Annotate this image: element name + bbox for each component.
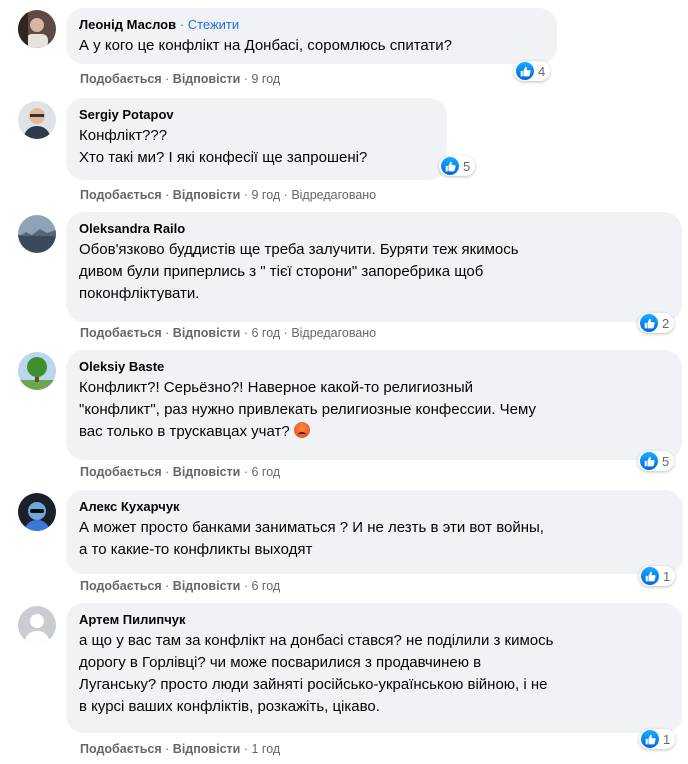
timestamp[interactable]: 6 год [251,326,280,340]
comment-actions: Подобається · Відповісти · 6 год · Відре… [80,326,376,340]
separator: · [165,742,170,756]
reply-button[interactable]: Відповісти [173,188,241,202]
like-icon [516,62,534,80]
like-count: 4 [538,63,546,79]
like-button[interactable]: Подобається [80,579,162,593]
separator: · [243,188,248,202]
author-name[interactable]: Oleksiy Baste [79,358,670,375]
comment-bubble: Артем Пилипчук а що у вас там за конфлік… [66,603,682,733]
timestamp[interactable]: 9 год [251,188,280,202]
separator: · [165,579,170,593]
like-button[interactable]: Подобається [80,326,162,340]
comment-text: Конфликт?! Серьёзно?! Наверное какой-то … [79,377,670,443]
author-name[interactable]: Алекс Кухарчук [79,498,671,515]
timestamp[interactable]: 6 год [251,579,280,593]
reply-button[interactable]: Відповісти [173,742,241,756]
comment-text: Конфлікт??? Хто такі ми? І які конфесії … [79,127,368,166]
reply-button[interactable]: Відповісти [173,579,241,593]
author-name[interactable]: Артем Пилипчук [79,611,670,628]
separator: · [243,326,248,340]
separator: · [243,465,248,479]
reaction-count[interactable]: 5 [439,156,476,176]
like-count: 2 [662,315,670,331]
comment-text: А может просто банками заниматься ? И не… [79,519,544,558]
like-count: 5 [662,453,670,469]
reaction-count[interactable]: 5 [638,451,675,471]
separator: · [283,188,288,202]
edited-label: Відредаговано [291,326,377,340]
comment-text: А у кого це конфлікт на Донбасі, соромлю… [79,37,453,54]
separator: · [179,17,185,32]
follow-link[interactable]: Стежити [188,17,239,32]
reply-button[interactable]: Відповісти [173,72,241,86]
like-icon [640,314,658,332]
avatar[interactable] [18,215,56,253]
comment-actions: Подобається · Відповісти · 6 год [80,465,280,479]
separator: · [165,188,170,202]
edited-label: Відредаговано [291,188,377,202]
comment-bubble: Леонід Маслов · Стежити А у кого це конф… [66,8,557,64]
like-count: 5 [463,158,471,174]
timestamp[interactable]: 6 год [251,465,280,479]
like-button[interactable]: Подобається [80,465,162,479]
separator: · [165,465,170,479]
like-icon [441,157,459,175]
comment-actions: Подобається · Відповісти · 6 год [80,579,280,593]
like-count: 1 [663,568,671,584]
comment-bubble: Oleksandra Railo Обов'язково буддистів щ… [66,212,682,322]
comment-actions: Подобається · Відповісти · 9 год [80,72,280,86]
separator: · [243,579,248,593]
reply-button[interactable]: Відповісти [173,326,241,340]
like-button[interactable]: Подобається [80,72,162,86]
timestamp[interactable]: 9 год [251,72,280,86]
separator: · [165,72,170,86]
reaction-count[interactable]: 2 [638,313,675,333]
like-icon [640,452,658,470]
like-button[interactable]: Подобається [80,188,162,202]
reaction-count[interactable]: 1 [639,729,676,749]
angry-face-icon [293,422,310,438]
like-count: 1 [663,731,671,747]
comment-actions: Подобається · Відповісти · 9 год · Відре… [80,188,376,202]
comment-bubble: Sergiy Potapov Конфлікт??? Хто такі ми? … [66,98,447,180]
separator: · [243,742,248,756]
comment-bubble: Oleksiy Baste Конфликт?! Серьёзно?! Наве… [66,350,682,460]
comment-text: а що у вас там за конфлікт на донбасі ст… [79,632,554,715]
author-name[interactable]: Леонід Маслов [79,17,176,32]
author-name[interactable]: Sergiy Potapov [79,106,435,123]
avatar[interactable] [18,606,56,644]
separator: · [165,326,170,340]
comment-actions: Подобається · Відповісти · 1 год [80,742,280,756]
like-button[interactable]: Подобається [80,742,162,756]
reaction-count[interactable]: 1 [639,566,676,586]
avatar[interactable] [18,101,56,139]
author-name[interactable]: Oleksandra Railo [79,220,670,237]
comment-bubble: Алекс Кухарчук А может просто банками за… [66,490,683,574]
like-icon [641,730,659,748]
like-icon [641,567,659,585]
reaction-count[interactable]: 4 [514,61,551,81]
comment-text: Обов'язково буддистів ще треба залучити.… [79,241,519,302]
timestamp[interactable]: 1 год [251,742,280,756]
separator: · [243,72,248,86]
avatar[interactable] [18,352,56,390]
separator: · [283,326,288,340]
reply-button[interactable]: Відповісти [173,465,241,479]
avatar[interactable] [18,10,56,48]
avatar[interactable] [18,493,56,531]
